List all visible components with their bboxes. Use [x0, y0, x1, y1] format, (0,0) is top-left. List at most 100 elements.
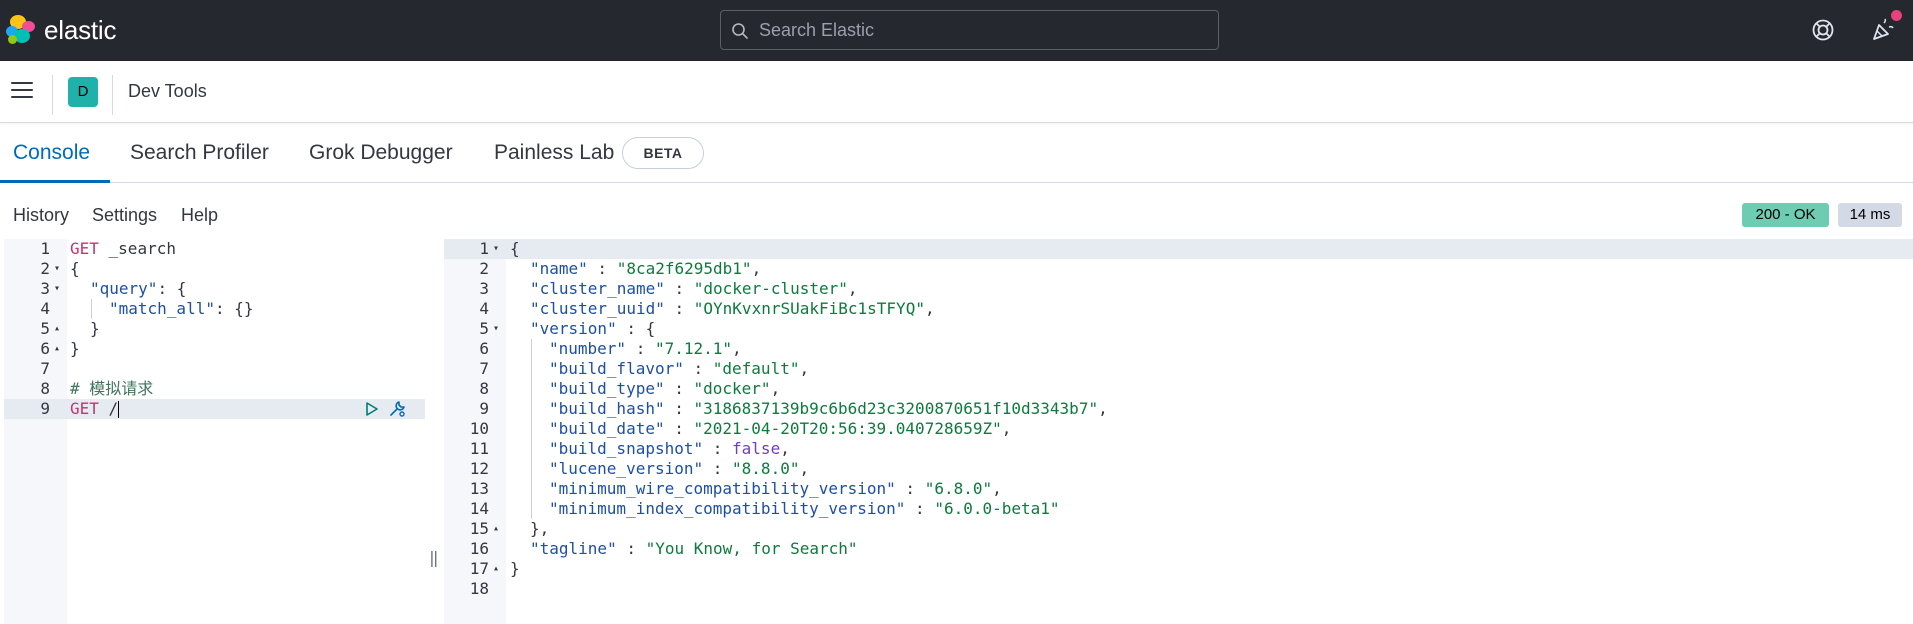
code-punctuation: : { — [157, 279, 187, 298]
request-editor[interactable]: 1 2 ▾ 3 ▾ 4 5 ▴ 6 ▴ 7 8 9 GET _search { … — [4, 239, 425, 624]
json-key: "build_snapshot" — [549, 439, 704, 458]
code-line: "build_type" : "docker", — [549, 379, 781, 398]
code-punctuation: }, — [530, 519, 550, 538]
global-search[interactable] — [720, 10, 1219, 50]
json-value: "2021-04-20T20:56:39.040728659Z" — [693, 419, 1002, 438]
settings-link[interactable]: Settings — [92, 205, 157, 226]
request-url: / — [98, 399, 119, 418]
indent-guide — [91, 299, 92, 319]
fold-icon[interactable]: ▾ — [493, 319, 499, 339]
json-key: "minimum_index_compatibility_version" — [549, 499, 906, 518]
line-number: 7 — [479, 359, 489, 378]
json-value: "You Know, for Search" — [645, 539, 858, 558]
line-number: 9 — [479, 399, 489, 418]
code-line: "build_snapshot" : false, — [549, 439, 790, 458]
help-icon[interactable] — [1810, 17, 1836, 43]
line-number: 18 — [469, 579, 489, 598]
dev-tools-tabs: Console Search Profiler Grok Debugger Pa… — [0, 123, 1913, 183]
code-punctuation: { — [70, 259, 80, 278]
fold-icon[interactable]: ▴ — [493, 519, 499, 539]
line-number: 12 — [469, 459, 489, 478]
help-link[interactable]: Help — [181, 205, 218, 226]
json-key: "number" — [549, 339, 627, 358]
line-number: 8 — [479, 379, 489, 398]
logo-text: elastic — [44, 14, 117, 45]
code-line: GET / — [70, 399, 120, 419]
code-line: "lucene_version" : "8.8.0", — [549, 459, 810, 478]
json-key: "build_type" — [549, 379, 665, 398]
fold-icon[interactable]: ▾ — [54, 259, 60, 279]
line-number: 13 — [469, 479, 489, 498]
json-key: "lucene_version" — [549, 459, 704, 478]
line-number: 7 — [40, 359, 50, 378]
fold-icon[interactable]: ▴ — [54, 339, 60, 359]
json-key: "query" — [90, 279, 158, 298]
json-value: "8.8.0" — [732, 459, 800, 478]
code-line: "minimum_wire_compatibility_version" : "… — [549, 479, 1002, 498]
code-comment: # 模拟请求 — [70, 379, 154, 398]
json-key: "version" — [530, 319, 617, 338]
code-punctuation: } — [90, 319, 100, 338]
code-line: "build_hash" : "3186837139b9c6b6d23c3200… — [549, 399, 1108, 418]
history-link[interactable]: History — [13, 205, 69, 226]
status-badge: 200 - OK — [1742, 203, 1829, 227]
tab-painless-lab[interactable]: Painless Lab — [494, 141, 614, 165]
fold-icon[interactable]: ▾ — [54, 279, 60, 299]
fold-icon[interactable]: ▴ — [493, 559, 499, 579]
json-value: false — [732, 439, 781, 458]
request-method: GET — [70, 399, 99, 418]
code-line: } — [70, 339, 80, 359]
json-key: "name" — [530, 259, 588, 278]
tab-console[interactable]: Console — [13, 141, 90, 165]
code-line: } — [510, 559, 520, 579]
json-key: "cluster_uuid" — [530, 299, 665, 318]
json-value: "3186837139b9c6b6d23c3200870651f10d3343b… — [693, 399, 1099, 418]
json-value: "docker-cluster" — [693, 279, 848, 298]
indent-guide — [531, 339, 532, 519]
line-number: 14 — [469, 499, 489, 518]
line-number: 9 — [40, 399, 50, 418]
line-number: 16 — [469, 539, 489, 558]
line-number: 4 — [40, 299, 50, 318]
json-key: "build_hash" — [549, 399, 665, 418]
code-punctuation: } — [70, 339, 80, 358]
line-number: 2 — [40, 259, 50, 278]
line-number: 6 — [479, 339, 489, 358]
search-input[interactable] — [759, 11, 1199, 49]
newsfeed-icon[interactable] — [1870, 17, 1896, 43]
elastic-logo[interactable]: elastic — [6, 14, 116, 46]
tab-search-profiler[interactable]: Search Profiler — [130, 141, 269, 165]
code-punctuation: : {} — [214, 299, 254, 318]
space-avatar[interactable]: D — [68, 77, 98, 107]
beta-badge: BETA — [622, 137, 704, 169]
line-number: 17 — [469, 559, 489, 578]
json-key: "minimum_wire_compatibility_version" — [549, 479, 896, 498]
json-key: "match_all" — [109, 299, 215, 318]
line-number: 5 — [40, 319, 50, 338]
fold-icon[interactable]: ▾ — [493, 239, 499, 259]
code-line: }, — [530, 519, 549, 539]
divider — [112, 75, 113, 115]
json-value: "OYnKvxnrSUakFiBc1sTFYQ" — [693, 299, 925, 318]
active-line-highlight — [506, 239, 1913, 259]
line-number: 4 — [479, 299, 489, 318]
line-number: 5 — [479, 319, 489, 338]
json-value: "8ca2f6295db1" — [616, 259, 752, 278]
line-number: 3 — [479, 279, 489, 298]
fold-icon[interactable]: ▴ — [54, 319, 60, 339]
code-punctuation: { — [510, 239, 520, 258]
menu-toggle-icon[interactable] — [11, 82, 33, 100]
panel-resizer[interactable]: ‖ — [429, 548, 439, 567]
line-number: 15 — [469, 519, 489, 538]
code-line: "match_all": {} — [109, 299, 254, 319]
divider — [52, 75, 53, 115]
wrench-icon[interactable] — [387, 399, 407, 419]
json-value: "6.8.0" — [924, 479, 993, 498]
code-line: } — [90, 319, 100, 339]
code-line: # 模拟请求 — [70, 379, 153, 399]
notification-badge — [1891, 10, 1902, 21]
code-line: "query": { — [90, 279, 186, 299]
run-request-icon[interactable] — [364, 401, 380, 417]
tab-grok-debugger[interactable]: Grok Debugger — [309, 141, 453, 165]
json-key: "build_date" — [549, 419, 665, 438]
